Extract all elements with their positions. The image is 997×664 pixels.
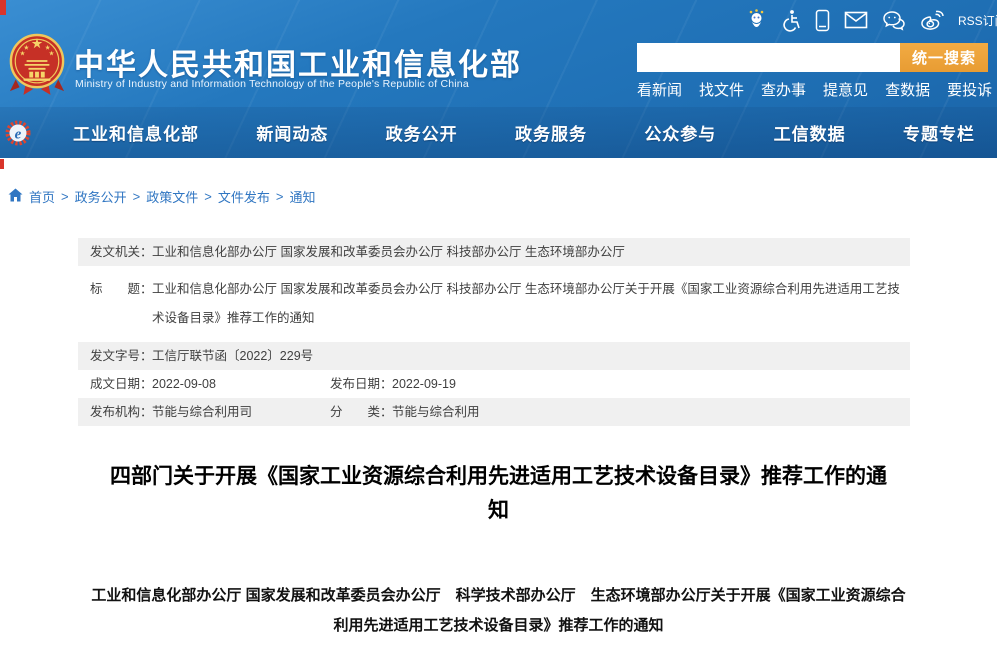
meta-value: 节能与综合利用	[392, 404, 480, 420]
meta-row-dates: 成文日期： 2022-09-08 发布日期： 2022-09-19	[78, 370, 910, 398]
meta-value: 2022-09-19	[392, 376, 456, 392]
meta-row-issuing-agency: 发文机关： 工业和信息化部办公厅 国家发展和改革委员会办公厅 科技部办公厅 生态…	[78, 238, 910, 266]
meta-row-doc-number: 发文字号： 工信厅联节函〔2022〕229号	[78, 342, 910, 370]
national-emblem-logo	[8, 30, 66, 98]
nav-item-public-participation[interactable]: 公众参与	[644, 120, 716, 145]
red-corner-mark	[0, 0, 6, 15]
meta-label: 发布机构：	[90, 404, 152, 420]
quick-link-complaint[interactable]: 要投诉	[947, 79, 992, 100]
weibo-icon[interactable]	[920, 10, 944, 31]
site-header: 中华人民共和国工业和信息化部 Ministry of Industry and …	[0, 0, 997, 158]
breadcrumb-separator: >	[204, 189, 212, 204]
nav-item-news[interactable]: 新闻动态	[256, 120, 328, 145]
site-search: 统一搜索	[637, 43, 988, 72]
meta-value: 工信厅联节函〔2022〕229号	[152, 348, 910, 364]
meta-label: 发文机关：	[90, 244, 152, 260]
quick-link-news[interactable]: 看新闻	[637, 79, 682, 100]
meta-value: 节能与综合利用司	[152, 404, 252, 420]
meta-label: 发文字号：	[90, 348, 152, 364]
breadcrumb: 首页 > 政务公开 > 政策文件 > 文件发布 > 通知	[0, 158, 997, 206]
breadcrumb-separator: >	[133, 189, 141, 204]
site-title-english: Ministry of Industry and Information Tec…	[75, 78, 469, 90]
mobile-icon[interactable]	[815, 9, 830, 32]
nav-item-miit-data[interactable]: 工信数据	[774, 120, 846, 145]
breadcrumb-document-release[interactable]: 文件发布	[218, 187, 270, 206]
unified-search-button[interactable]: 统一搜索	[900, 43, 988, 72]
breadcrumb-separator: >	[276, 189, 284, 204]
nav-item-gov-services[interactable]: 政务服务	[515, 120, 587, 145]
miit-e-gear-icon: e	[5, 120, 31, 146]
meta-value: 2022-09-08	[152, 376, 216, 392]
quick-links: 看新闻 找文件 查办事 提意见 查数据 要投诉	[637, 79, 992, 100]
home-icon[interactable]	[8, 188, 23, 205]
wechat-icon[interactable]	[882, 10, 906, 31]
article-subtitle: 工业和信息化部办公厅 国家发展和改革委员会办公厅 科学技术部办公厅 生态环境部办…	[91, 581, 907, 641]
nav-item-gov-disclosure[interactable]: 政务公开	[386, 120, 458, 145]
rss-subscribe-link[interactable]: RSS订阅	[958, 12, 997, 29]
search-input[interactable]	[637, 43, 900, 72]
meta-label: 标 题：	[90, 275, 152, 333]
breadcrumb-policy-documents[interactable]: 政策文件	[146, 187, 198, 206]
meta-row-title: 标 题： 工业和信息化部办公厅 国家发展和改革委员会办公厅 科技部办公厅 生态环…	[78, 266, 910, 342]
header-utility-icons: RSS订阅	[746, 8, 991, 32]
quick-link-documents[interactable]: 找文件	[699, 79, 744, 100]
meta-label: 成文日期：	[90, 376, 152, 392]
mascot-icon[interactable]	[746, 8, 767, 32]
breadcrumb-home[interactable]: 首页	[29, 187, 55, 206]
red-edge-mark	[0, 159, 4, 169]
breadcrumb-notice[interactable]: 通知	[289, 187, 315, 206]
breadcrumb-separator: >	[61, 189, 69, 204]
breadcrumb-gov-disclosure[interactable]: 政务公开	[75, 187, 127, 206]
svg-text:e: e	[15, 127, 22, 143]
meta-value: 工业和信息化部办公厅 国家发展和改革委员会办公厅 科技部办公厅 生态环境部办公厅…	[152, 275, 910, 333]
meta-label: 分 类：	[330, 404, 392, 420]
accessibility-icon[interactable]	[781, 9, 801, 32]
main-navigation: e 工业和信息化部 新闻动态 政务公开 政务服务 公众参与 工信数据 专题专栏	[0, 107, 997, 158]
quick-link-services[interactable]: 查办事	[761, 79, 806, 100]
meta-label: 发布日期：	[330, 376, 392, 392]
quick-link-data[interactable]: 查数据	[885, 79, 930, 100]
meta-value: 工业和信息化部办公厅 国家发展和改革委员会办公厅 科技部办公厅 生态环境部办公厅	[152, 244, 910, 260]
mail-icon[interactable]	[844, 11, 868, 29]
nav-item-miit-home[interactable]: 工业和信息化部	[73, 120, 199, 145]
document-meta-table: 发文机关： 工业和信息化部办公厅 国家发展和改革委员会办公厅 科技部办公厅 生态…	[78, 238, 910, 426]
nav-item-special-columns[interactable]: 专题专栏	[903, 120, 975, 145]
quick-link-feedback[interactable]: 提意见	[823, 79, 868, 100]
article-title: 四部门关于开展《国家工业资源综合利用先进适用工艺技术设备目录》推荐工作的通知	[104, 460, 894, 528]
meta-row-publisher: 发布机构： 节能与综合利用司 分 类： 节能与综合利用	[78, 398, 910, 426]
